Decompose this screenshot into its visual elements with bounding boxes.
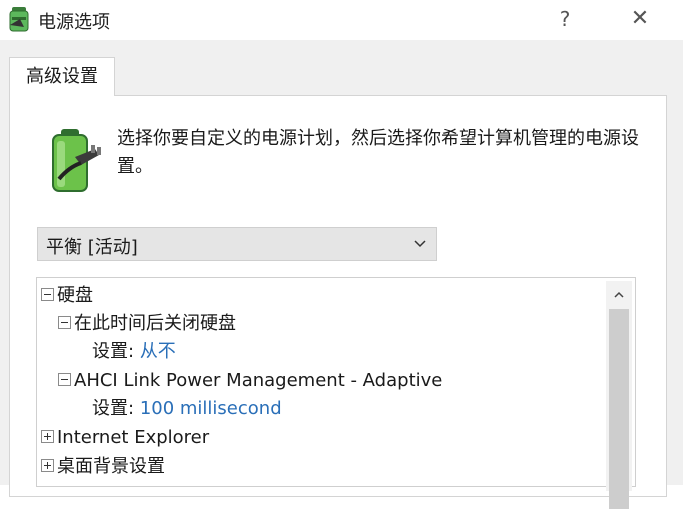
scroll-up-button[interactable] [606,281,632,307]
setting-label: 设置: [92,341,135,362]
expand-icon[interactable] [41,429,54,443]
settings-tree: 硬盘 在此时间后关闭硬盘 设置: 从不 AHCI Link Power Mana… [36,277,636,487]
tree-item-desktop-background[interactable]: 桌面背景设置 [41,453,165,481]
power-plan-dropdown[interactable]: 平衡 [活动] [37,227,437,261]
battery-plug-icon [52,129,101,192]
tree-item-label: 桌面背景设置 [57,456,165,477]
tree-item-label: AHCI Link Power Management - Adaptive [74,370,443,391]
power-plan-value: 平衡 [活动] [46,237,138,258]
setting-value-link[interactable]: 从不 [140,341,176,362]
power-options-icon [9,7,29,32]
tree-item-label: 在此时间后关闭硬盘 [74,313,236,334]
tree-item-hard-disk[interactable]: 硬盘 [41,282,93,310]
collapse-icon[interactable] [58,372,71,386]
setting-value-link[interactable]: 100 millisecond [140,398,282,419]
vertical-scrollbar[interactable] [606,281,632,509]
tree-item-internet-explorer[interactable]: Internet Explorer [41,424,209,452]
help-button[interactable]: ? [545,2,585,36]
chevron-down-icon [414,240,426,248]
chevron-up-icon [614,291,624,298]
window-title: 电源选项 [38,12,110,33]
collapse-icon[interactable] [58,315,71,329]
instruction-text: 选择你要自定义的电源计划，然后选择你希望计算机管理的电源设置。 [117,128,639,177]
tree-item-label: 硬盘 [57,285,93,306]
collapse-icon[interactable] [41,287,54,301]
tree-item-setting[interactable]: 设置: 100 millisecond [92,395,282,423]
tab-advanced-settings[interactable]: 高级设置 [9,57,115,96]
close-button[interactable]: ✕ [620,2,660,36]
tree-item-setting[interactable]: 设置: 从不 [92,338,176,366]
tree-item-turn-off-disk[interactable]: 在此时间后关闭硬盘 [58,310,236,338]
expand-icon[interactable] [41,458,54,472]
tree-item-ahci[interactable]: AHCI Link Power Management - Adaptive [58,367,442,395]
setting-label: 设置: [92,398,135,419]
scroll-thumb[interactable] [609,309,629,509]
tree-item-label: Internet Explorer [57,427,210,448]
title-bar: 电源选项 ? ✕ [0,0,683,40]
